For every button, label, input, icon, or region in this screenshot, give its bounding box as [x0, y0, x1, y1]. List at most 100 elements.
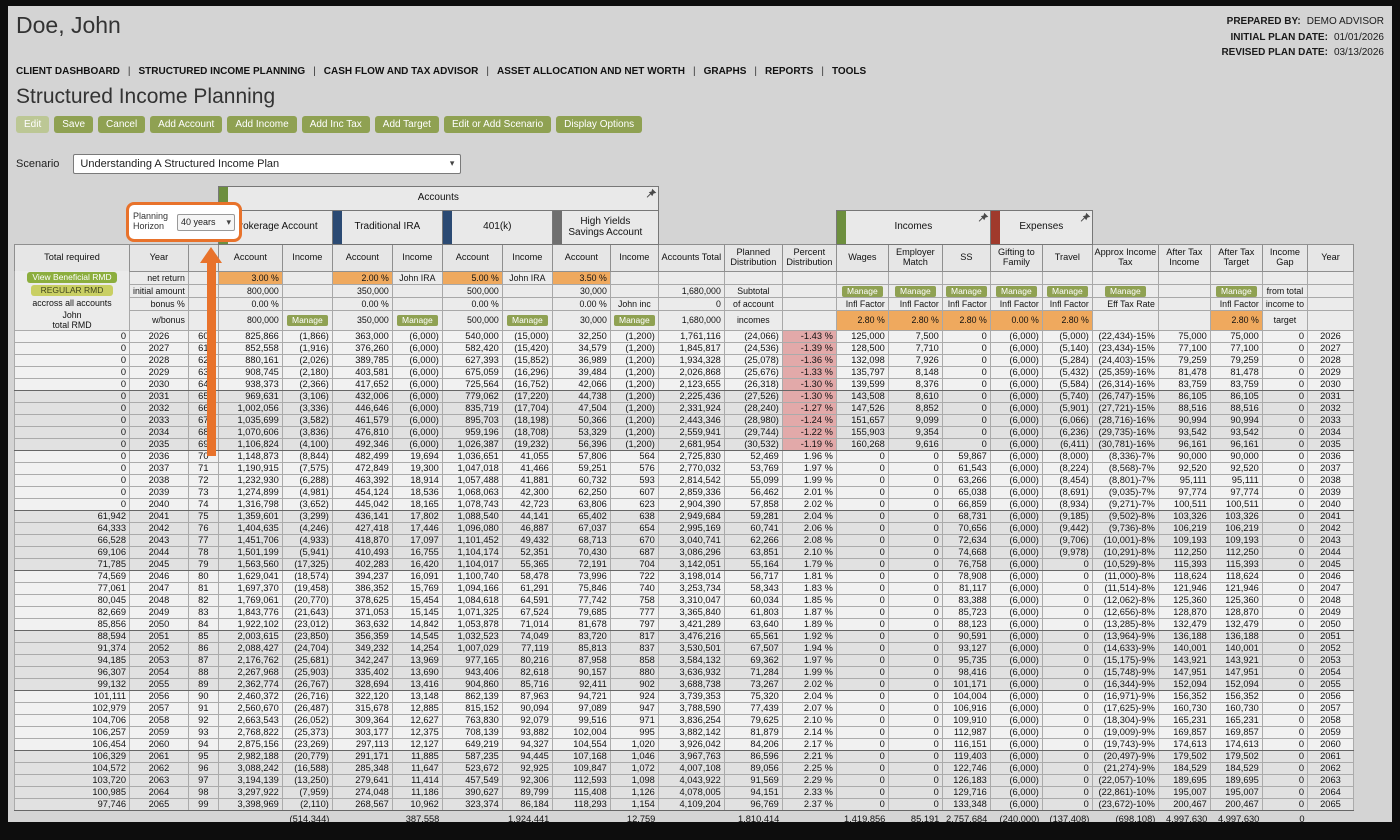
data-cell: 99,516 [551, 714, 611, 728]
data-cell: 115,408 [551, 786, 611, 800]
nav-tools[interactable]: TOOLS [813, 66, 866, 77]
display-options-button[interactable]: Display Options [556, 115, 643, 133]
save-button[interactable]: Save [54, 115, 94, 133]
data-cell: 0 [887, 450, 943, 464]
total-cell: 2,757,684 [945, 813, 988, 822]
data-cell: 0 [1261, 666, 1308, 680]
total-cell: (698,108) [1115, 813, 1156, 822]
data-cell: (28,716)-16% [1091, 414, 1159, 428]
data-cell: 12,885 [391, 702, 443, 716]
data-cell: 42,066 [551, 378, 611, 392]
data-cell: 67,037 [551, 522, 611, 536]
data-cell: 132,479 [1209, 618, 1263, 632]
data-cell: 2.06 % [781, 522, 837, 536]
data-cell: (2,026) [281, 354, 333, 368]
data-cell: 69,106 [14, 546, 130, 560]
data-cell: 463,392 [331, 474, 393, 488]
data-cell: (21,643) [281, 606, 333, 620]
data-cell: 82,618 [501, 666, 553, 680]
data-cell: 0 [1041, 774, 1093, 788]
cancel-button[interactable]: Cancel [98, 115, 146, 133]
pin-icon[interactable] [1080, 212, 1091, 223]
config-cell: target [1261, 309, 1308, 332]
add-income-button[interactable]: Add Income [227, 115, 297, 133]
manage-button[interactable]: Manage [841, 285, 883, 296]
manage-button[interactable]: Manage [995, 285, 1037, 296]
data-cell: 69,362 [723, 654, 783, 668]
data-cell: 708,139 [441, 726, 503, 740]
nav-reports[interactable]: REPORTS [746, 66, 813, 77]
data-cell: 70,430 [551, 546, 611, 560]
nav-cash-flow-and-tax-advisor[interactable]: CASH FLOW AND TAX ADVISOR [305, 66, 478, 77]
group-color-tab [991, 211, 1000, 243]
config-cell [1306, 309, 1354, 332]
manage-button[interactable]: Manage [1104, 285, 1146, 296]
incomes-group-header: Incomes [835, 209, 991, 245]
pin-icon[interactable] [646, 188, 657, 199]
data-cell: 2027 [1306, 342, 1354, 356]
data-cell: 53,329 [551, 426, 611, 440]
view-beneficial-rmd-button[interactable]: View Beneficial RMD [27, 272, 117, 283]
planning-table-wrap: Accounts Brokerage Account Traditional IRA… [14, 185, 1392, 822]
initial-plan-date-label: INITIAL PLAN DATE: [1230, 31, 1328, 43]
add-account-button[interactable]: Add Account [150, 115, 223, 133]
data-cell: 140,001 [1209, 642, 1263, 656]
data-cell: 42,723 [501, 498, 553, 512]
data-cell: 363,000 [331, 330, 393, 344]
data-cell: 2,026,868 [657, 366, 725, 380]
data-cell: 2.37 % [781, 798, 837, 812]
data-cell: (6,000) [989, 678, 1043, 692]
data-cell: (6,000) [391, 342, 443, 356]
config-cell: income to [1261, 296, 1308, 311]
regular-rmd-button[interactable]: REGULAR RMD [30, 285, 114, 296]
data-cell: (2,366) [281, 378, 333, 392]
manage-button[interactable]: Manage [1046, 285, 1088, 296]
data-cell: 64,591 [501, 594, 553, 608]
manage-button[interactable]: Manage [506, 315, 548, 327]
config-cell: Eff Tax Rate [1091, 296, 1159, 311]
data-cell: 0 [1041, 750, 1093, 764]
manage-button[interactable]: Manage [1215, 285, 1257, 296]
data-cell: 0 [1261, 366, 1308, 380]
data-cell: 335,402 [331, 666, 393, 680]
nav-client-dashboard[interactable]: CLIENT DASHBOARD [16, 66, 120, 77]
manage-button[interactable]: Manage [894, 285, 936, 296]
add-target-button[interactable]: Add Target [374, 115, 439, 133]
data-cell: 593 [609, 474, 659, 488]
data-cell: 2035 [129, 438, 189, 452]
data-cell: 2036 [129, 450, 189, 464]
nav-structured-income-planning[interactable]: STRUCTURED INCOME PLANNING [120, 66, 305, 77]
add-inc-tax-button[interactable]: Add Inc Tax [301, 115, 370, 133]
data-cell: 2,725,830 [657, 450, 725, 464]
data-cell: 0 [1261, 786, 1308, 800]
manage-button[interactable]: Manage [396, 315, 438, 327]
data-cell: 61,803 [723, 606, 783, 620]
data-cell: (1,200) [609, 438, 659, 452]
planning-horizon-select[interactable]: 40 years ▾ [177, 213, 235, 231]
data-cell: 427,418 [331, 522, 393, 536]
nav-graphs[interactable]: GRAPHS [685, 66, 746, 77]
data-cell: 104,004 [941, 690, 991, 704]
edit-button[interactable]: Edit [16, 115, 50, 133]
pin-icon[interactable] [978, 212, 989, 223]
data-cell: 104,706 [14, 714, 130, 728]
data-cell: (17,325) [281, 558, 333, 572]
data-cell: (6,000) [391, 390, 443, 404]
config-cell: 0.00 % [441, 296, 503, 311]
nav-asset-allocation-and-net-worth[interactable]: ASSET ALLOCATION AND NET WORTH [478, 66, 685, 77]
manage-button[interactable]: Manage [945, 285, 987, 296]
scenario-select[interactable]: Understanding A Structured Income Plan ▾ [73, 153, 462, 174]
table-row: 0 2038 72 1,232,930 (6,288) 463,392 18,914 1,05… [14, 474, 1354, 488]
data-cell: 169,857 [1157, 726, 1211, 740]
account-header: 401(k) [441, 209, 553, 245]
data-cell: 1,148,873 [217, 450, 283, 464]
data-cell: 132,479 [1157, 618, 1211, 632]
data-cell: 91,569 [723, 774, 783, 788]
data-cell: 80,216 [501, 654, 553, 668]
table-row: 61,942 2041 75 1,359,601 (3,299) 436,141 17,80… [14, 510, 1354, 524]
manage-button[interactable]: Manage [286, 315, 328, 327]
edit-or-add-scenario-button[interactable]: Edit or Add Scenario [443, 115, 552, 133]
config-cell [1157, 283, 1211, 298]
data-cell: 2035 [1306, 438, 1354, 452]
manage-button[interactable]: Manage [613, 315, 655, 327]
